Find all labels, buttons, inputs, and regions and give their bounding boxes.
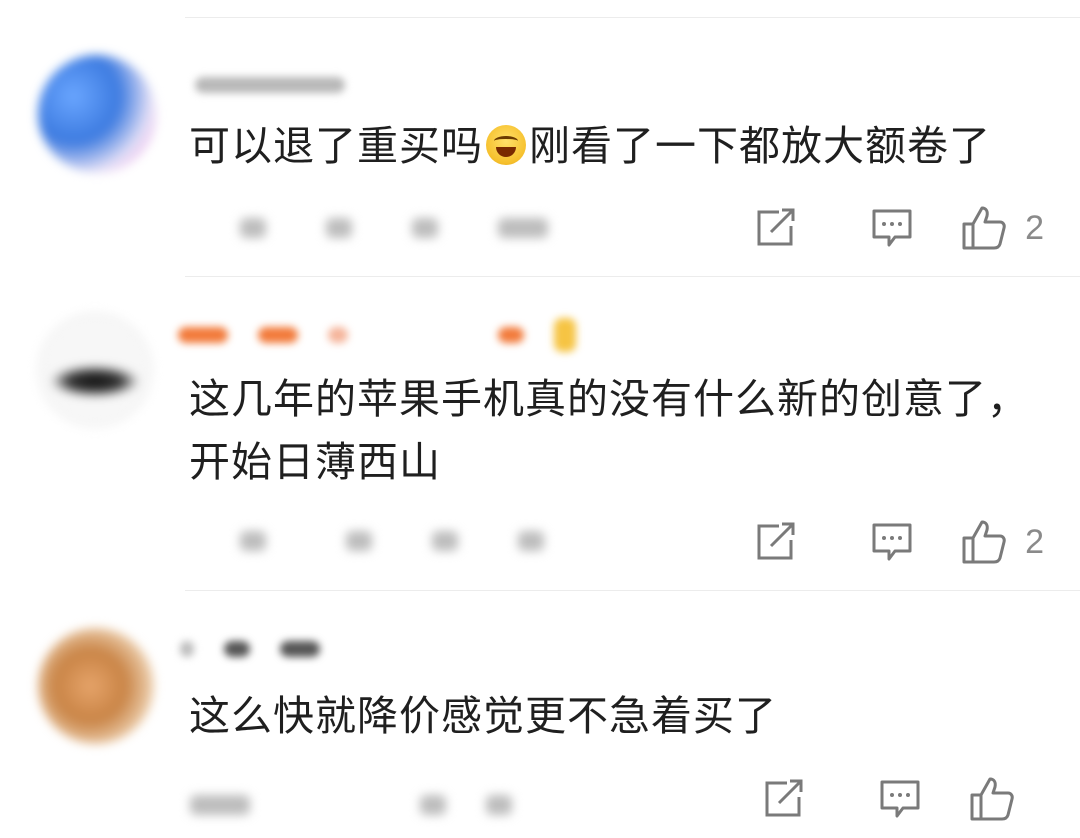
like-icon — [962, 206, 1006, 250]
like-button[interactable]: 2 — [961, 205, 1044, 251]
share-button[interactable] — [755, 208, 797, 248]
reply-icon — [880, 780, 920, 818]
reply-button[interactable] — [871, 521, 913, 563]
like-count: 2 — [1025, 522, 1044, 561]
divider — [185, 276, 1080, 277]
divider — [185, 590, 1080, 591]
reply-icon — [872, 209, 912, 247]
comment-meta — [240, 213, 548, 243]
comment-actions: 2 — [755, 518, 1044, 566]
comment-text: 这么快就降价感觉更不急着买了 — [189, 692, 777, 740]
share-icon — [757, 208, 795, 246]
share-icon — [765, 779, 803, 817]
username[interactable] — [195, 68, 345, 102]
comment-text-part: 可以退了重买吗 — [189, 122, 483, 170]
share-button[interactable] — [755, 522, 797, 562]
username[interactable] — [180, 632, 320, 666]
comment-meta — [240, 526, 544, 556]
reply-icon — [872, 523, 912, 561]
username[interactable] — [178, 318, 576, 352]
avatar[interactable] — [38, 628, 154, 744]
share-icon — [757, 522, 795, 560]
share-button[interactable] — [763, 779, 805, 819]
reply-button[interactable] — [871, 207, 913, 249]
laughing-crying-emoji-icon — [486, 125, 526, 165]
comment-text: 可以退了重买吗 刚看了一下都放大额卷了 — [189, 115, 1020, 178]
like-icon — [970, 777, 1014, 821]
reply-button[interactable] — [879, 778, 921, 820]
comment-text-part: 刚看了一下都放大额卷了 — [529, 122, 991, 170]
avatar[interactable] — [38, 55, 156, 173]
comment-actions — [763, 775, 1033, 823]
comment-meta — [190, 790, 512, 820]
divider-top — [185, 17, 1080, 18]
like-button[interactable] — [969, 776, 1033, 822]
like-button[interactable]: 2 — [961, 519, 1044, 565]
comment-actions: 2 — [755, 204, 1044, 252]
comment-text: 这几年的苹果手机真的没有什么新的创意了，开始日薄西山 — [189, 375, 1029, 486]
like-icon — [962, 520, 1006, 564]
avatar[interactable] — [38, 313, 152, 427]
like-count: 2 — [1025, 208, 1044, 247]
